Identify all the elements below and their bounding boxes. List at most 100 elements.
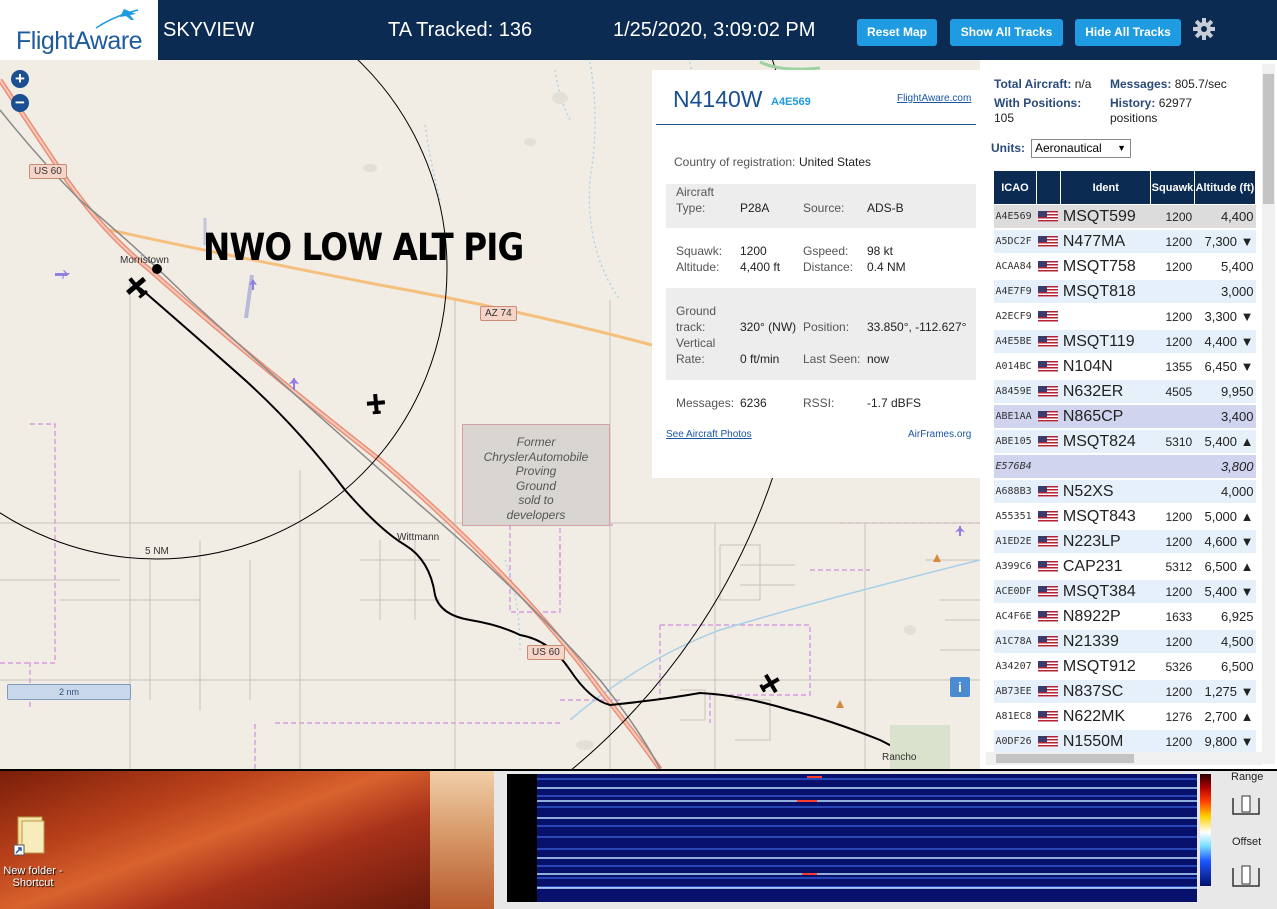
row-flag bbox=[1036, 354, 1061, 380]
position-label: Position: bbox=[803, 320, 850, 334]
gspeed-value: 98 kt bbox=[867, 244, 894, 258]
waterfall-display[interactable] bbox=[507, 774, 1197, 902]
row-flag bbox=[1036, 704, 1061, 730]
range-ring-5nm bbox=[0, 60, 448, 560]
logo-text: FlightAware bbox=[16, 27, 143, 55]
selected-aircraft-panel: N4140W A4E569 FlightAware.com Country of… bbox=[652, 70, 980, 478]
row-flag bbox=[1036, 579, 1061, 605]
positions-label-wrap: With Positions: bbox=[994, 96, 1081, 110]
col-squawk[interactable]: Squawk bbox=[1150, 170, 1195, 205]
row-altitude: 4,000 bbox=[1194, 479, 1256, 505]
hide-all-tracks-button[interactable]: Hide All Tracks bbox=[1075, 19, 1181, 46]
row-ident: MSQT119 bbox=[1060, 329, 1151, 355]
airframes-link[interactable]: AirFrames.org bbox=[908, 429, 971, 440]
scroll-thumb[interactable] bbox=[996, 754, 1134, 763]
aircraft-marker[interactable] bbox=[955, 526, 965, 536]
row-altitude: 3,800 bbox=[1194, 454, 1256, 480]
aircraft-row[interactable]: A688B3 N52XS 4,000 bbox=[993, 479, 1256, 505]
flightaware-link[interactable]: FlightAware.com bbox=[897, 93, 971, 104]
us-flag-icon bbox=[1038, 710, 1059, 722]
scroll-thumb[interactable] bbox=[1263, 74, 1274, 204]
col-icao[interactable]: ICAO bbox=[993, 170, 1037, 205]
range-slider-icon[interactable] bbox=[1230, 792, 1262, 818]
row-ident: N104N bbox=[1060, 354, 1151, 380]
zoom-in-button[interactable]: + bbox=[11, 70, 29, 88]
row-icao: AB73EE bbox=[993, 679, 1037, 705]
ghost-track bbox=[244, 274, 254, 319]
col-altitude[interactable]: Altitude (ft) bbox=[1193, 170, 1257, 205]
aircraft-row[interactable]: A0DF26 N1550M 1200 9,800 ▼ bbox=[993, 729, 1256, 755]
us-flag-icon bbox=[1038, 610, 1059, 622]
aircraft-row[interactable]: A8459E N632ER 4505 9,950 bbox=[993, 379, 1256, 405]
row-altitude: 9,800 ▼ bbox=[1194, 729, 1256, 755]
aircraft-icon[interactable] bbox=[366, 393, 386, 415]
row-ident: N21339 bbox=[1060, 629, 1151, 655]
col-ident[interactable]: Ident bbox=[1060, 170, 1152, 205]
aircraft-row[interactable]: ACE0DF MSQT384 1200 5,400 ▼ bbox=[993, 579, 1256, 605]
row-squawk: 1633 bbox=[1150, 604, 1195, 630]
aircraft-row[interactable]: ABE105 MSQT824 5310 5,400 ▲ bbox=[993, 429, 1256, 455]
aircraft-row[interactable]: A81EC8 N622MK 1276 2,700 ▲ bbox=[993, 704, 1256, 730]
distance-value: 0.4 NM bbox=[867, 260, 906, 274]
row-icao: A014BC bbox=[993, 354, 1037, 380]
reset-map-button[interactable]: Reset Map bbox=[857, 19, 937, 46]
waterfall-margin bbox=[507, 774, 537, 902]
aircraft-photos-link[interactable]: See Aircraft Photos bbox=[666, 429, 752, 440]
aircraft-row[interactable]: A1ED2E N223LP 1200 4,600 ▼ bbox=[993, 529, 1256, 555]
row-icao: ACAA84 bbox=[993, 254, 1037, 280]
units-select[interactable]: Aeronautical ▼ bbox=[1031, 139, 1131, 158]
row-altitude: 6,925 bbox=[1194, 604, 1256, 630]
map-info-button[interactable]: i bbox=[950, 677, 970, 697]
aircraft-row[interactable]: A2ECF9 1200 3,300 ▼ bbox=[993, 304, 1256, 330]
aircraft-row[interactable]: A55351 MSQT843 1200 5,000 ▲ bbox=[993, 504, 1256, 530]
row-icao: A1ED2E bbox=[993, 529, 1037, 555]
gear-icon[interactable] bbox=[1192, 17, 1216, 41]
place-label: Morristown bbox=[120, 255, 169, 266]
row-icao: A4E7F9 bbox=[993, 279, 1037, 305]
gspeed-label: Gspeed: bbox=[803, 244, 849, 258]
desktop-wallpaper bbox=[430, 771, 494, 909]
aircraft-row[interactable]: A4E5BE MSQT119 1200 4,400 ▼ bbox=[993, 329, 1256, 355]
aircraft-row[interactable]: E576B4 3,800 bbox=[993, 454, 1256, 480]
aircraft-row[interactable]: A1C78A N21339 1200 4,500 bbox=[993, 629, 1256, 655]
row-flag bbox=[1036, 254, 1061, 280]
row-altitude: 6,500 bbox=[1194, 654, 1256, 680]
aircraft-row[interactable]: A4E569 MSQT599 1200 4,400 bbox=[993, 204, 1256, 230]
row-flag bbox=[1036, 229, 1061, 255]
aircraft-row[interactable]: ACAA84 MSQT758 1200 5,400 bbox=[993, 254, 1256, 280]
row-icao: A688B3 bbox=[993, 479, 1037, 505]
aircraft-row[interactable]: A5DC2F N477MA 1200 7,300 ▼ bbox=[993, 229, 1256, 255]
row-squawk: 5326 bbox=[1150, 654, 1195, 680]
selected-aircraft-icon[interactable] bbox=[122, 272, 153, 303]
row-icao: A5DC2F bbox=[993, 229, 1037, 255]
desktop-wallpaper bbox=[0, 771, 494, 909]
row-squawk bbox=[1150, 404, 1195, 430]
row-ident: MSQT818 bbox=[1060, 279, 1151, 305]
aircraft-row[interactable]: A014BC N104N 1355 6,450 ▼ bbox=[993, 354, 1256, 380]
aircraft-icon[interactable] bbox=[756, 670, 783, 697]
aircraft-row[interactable]: A34207 MSQT912 5326 6,500 bbox=[993, 654, 1256, 680]
row-squawk bbox=[1150, 479, 1195, 505]
aircraft-row[interactable]: ABE1AA N865CP 3,400 bbox=[993, 404, 1256, 430]
positions-label: With Positions: bbox=[994, 96, 1082, 110]
row-squawk bbox=[1150, 279, 1195, 305]
country-value: United States bbox=[799, 155, 872, 169]
show-all-tracks-button[interactable]: Show All Tracks bbox=[950, 19, 1063, 46]
aircraft-row[interactable]: A399C6 CAP231 5312 6,500 ▲ bbox=[993, 554, 1256, 580]
scale-bar: 2 nm bbox=[7, 684, 131, 700]
flightaware-logo[interactable]: FlightAware bbox=[0, 0, 158, 60]
offset-slider-icon[interactable] bbox=[1230, 862, 1262, 890]
folder-shortcut-icon[interactable] bbox=[12, 815, 48, 857]
aircraft-row[interactable]: A4E7F9 MSQT818 3,000 bbox=[993, 279, 1256, 305]
row-icao: A1C78A bbox=[993, 629, 1037, 655]
folder-shortcut-label[interactable]: New folder - Shortcut bbox=[0, 865, 66, 889]
tracked-count: TA Tracked: 136 bbox=[388, 19, 533, 41]
row-icao: A81EC8 bbox=[993, 704, 1037, 730]
row-altitude: 4,400 bbox=[1194, 204, 1256, 230]
range-label: Range bbox=[1231, 771, 1264, 783]
aircraft-marker[interactable] bbox=[55, 270, 70, 279]
aircraft-row[interactable]: AB73EE N837SC 1200 1,275 ▼ bbox=[993, 679, 1256, 705]
zoom-out-button[interactable]: − bbox=[11, 94, 29, 112]
aircraft-row[interactable]: AC4F6E N8922P 1633 6,925 bbox=[993, 604, 1256, 630]
us60-shield: US 60 bbox=[527, 645, 565, 660]
